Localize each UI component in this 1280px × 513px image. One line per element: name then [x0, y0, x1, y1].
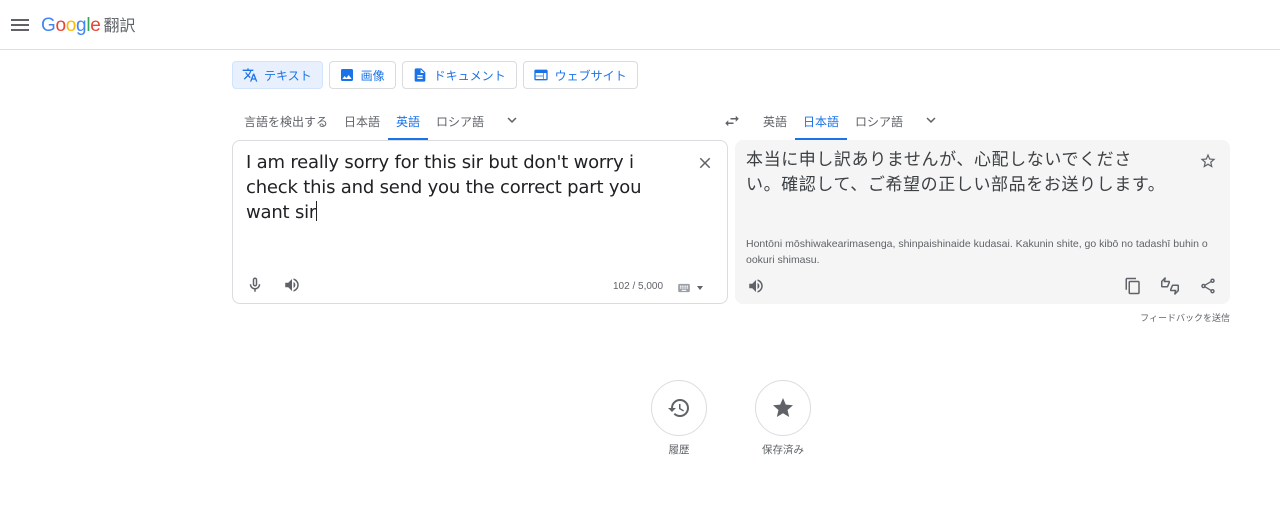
- mode-tab-image[interactable]: 画像: [328, 61, 396, 89]
- translate-icon: [242, 68, 258, 82]
- target-lang-english[interactable]: 英語: [755, 106, 795, 140]
- text-caret: [316, 201, 318, 221]
- source-language-bar: 言語を検出する 日本語 英語 ロシア語: [236, 106, 532, 140]
- logo-google: Google: [41, 15, 101, 37]
- history-icon: [668, 399, 689, 417]
- source-lang-japanese[interactable]: 日本語: [336, 106, 388, 140]
- input-tools-dropdown-icon: [697, 286, 703, 290]
- target-lang-japanese[interactable]: 日本語: [795, 106, 848, 140]
- hamburger-menu-icon[interactable]: [8, 13, 32, 37]
- character-count: 102 / 5,000: [613, 281, 664, 292]
- mode-tab-document[interactable]: ドキュメント: [401, 61, 517, 89]
- saved-button[interactable]: 保存済み: [748, 380, 818, 457]
- star-outline-icon: [1200, 153, 1216, 168]
- share-icon: [1201, 278, 1215, 294]
- romanized-text: Hontōni mōshiwakearimasenga, shinpaishin…: [746, 238, 1208, 266]
- rate-translation-button[interactable]: [1156, 272, 1184, 300]
- copy-icon: [1125, 277, 1140, 295]
- keyboard-icon: [678, 283, 690, 293]
- app-header: Google 翻訳: [0, 0, 1280, 50]
- history-circle: [651, 380, 707, 436]
- mode-tab-text[interactable]: テキスト: [232, 61, 323, 89]
- logo-letter: g: [76, 15, 87, 36]
- target-lang-more-button[interactable]: [911, 106, 951, 140]
- mode-tab-label: ウェブサイト: [554, 68, 627, 83]
- logo-letter: e: [90, 15, 101, 36]
- share-translation-button[interactable]: [1194, 272, 1222, 300]
- mode-tab-label: 画像: [360, 68, 385, 83]
- copy-translation-button[interactable]: [1119, 272, 1147, 300]
- saved-circle: [755, 380, 811, 436]
- translation-panel: 本当に申し訳ありませんが、心配しないでください。確認して、ご希望の正しい部品をお…: [735, 140, 1230, 304]
- website-icon: [534, 69, 548, 81]
- image-icon: [340, 69, 353, 81]
- star-icon: [773, 398, 793, 417]
- source-text-value: I am really sorry for this sir but don't…: [246, 152, 642, 223]
- save-translation-button[interactable]: [1196, 149, 1220, 173]
- google-translate-logo[interactable]: Google 翻訳: [41, 12, 136, 38]
- saved-label: 保存済み: [762, 444, 804, 456]
- translated-text: 本当に申し訳ありませんが、心配しないでください。確認して、ご希望の正しい部品をお…: [746, 150, 1166, 195]
- swap-languages-button[interactable]: [719, 108, 745, 134]
- clear-source-button[interactable]: [693, 151, 717, 175]
- mode-tab-website[interactable]: ウェブサイト: [522, 61, 638, 89]
- close-icon: [699, 157, 711, 169]
- mode-tab-label: テキスト: [264, 68, 312, 83]
- translation-mode-tabs: テキスト 画像 ドキュメント ウェブサイト: [232, 61, 638, 89]
- voice-input-button[interactable]: [241, 271, 269, 299]
- logo-letter: G: [41, 15, 56, 36]
- swap-icon: [725, 115, 739, 127]
- target-lang-russian[interactable]: ロシア語: [847, 106, 911, 140]
- thumbs-up-down-icon: [1161, 277, 1179, 295]
- document-icon: [414, 68, 425, 82]
- input-tools-button[interactable]: [677, 278, 711, 298]
- send-feedback-link[interactable]: フィードバックを送信: [1140, 311, 1230, 324]
- logo-product: 翻訳: [103, 16, 136, 35]
- logo-letter: o: [55, 15, 66, 36]
- microphone-icon: [249, 277, 261, 292]
- listen-source-button[interactable]: [278, 271, 306, 299]
- source-text-input[interactable]: I am really sorry for this sir but don't…: [246, 150, 686, 225]
- speaker-icon: [749, 279, 763, 293]
- listen-translation-button[interactable]: [742, 272, 770, 300]
- mode-tab-label: ドキュメント: [433, 68, 506, 83]
- source-lang-english[interactable]: 英語: [388, 106, 429, 140]
- chevron-down-icon: [926, 117, 936, 123]
- history-button[interactable]: 履歴: [644, 380, 714, 457]
- chevron-down-icon: [507, 117, 517, 123]
- target-language-bar: 英語 日本語 ロシア語: [755, 106, 951, 140]
- source-lang-more-button[interactable]: [492, 106, 532, 140]
- source-lang-detect[interactable]: 言語を検出する: [236, 106, 336, 140]
- logo-letter: o: [65, 15, 77, 36]
- speaker-icon: [285, 278, 299, 292]
- source-lang-russian[interactable]: ロシア語: [428, 106, 492, 140]
- history-label: 履歴: [668, 444, 690, 456]
- source-text-panel: I am really sorry for this sir but don't…: [232, 140, 728, 304]
